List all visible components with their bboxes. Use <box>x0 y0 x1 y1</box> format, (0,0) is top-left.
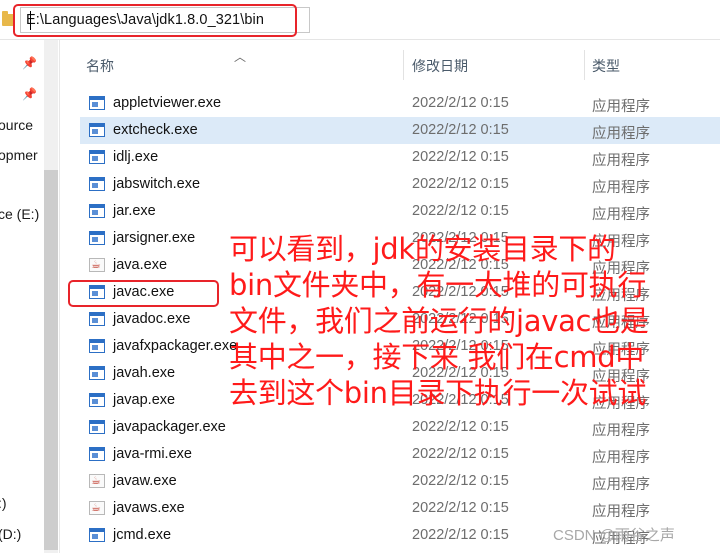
exe-window-icon <box>89 231 105 245</box>
annotation-line: 去到这个bin目录下执行一次试试 <box>229 376 647 410</box>
column-divider[interactable] <box>403 50 404 80</box>
file-row[interactable]: javapackager.exe 2022/2/12 0:15 应用程序 <box>80 414 720 441</box>
file-date: 2022/2/12 0:15 <box>412 527 509 543</box>
file-row[interactable]: javaw.exe 2022/2/12 0:15 应用程序 <box>80 468 720 495</box>
exe-window-icon <box>89 150 105 164</box>
nav-scrollbar-thumb[interactable] <box>44 170 58 550</box>
file-name[interactable]: javapackager.exe <box>113 419 226 435</box>
column-header: ︿ 名称 修改日期 类型 <box>80 48 720 82</box>
pin-icon[interactable]: 📌 <box>22 57 37 69</box>
exe-window-icon <box>89 420 105 434</box>
column-name[interactable]: 名称 <box>86 56 114 76</box>
file-row[interactable]: idlj.exe 2022/2/12 0:15 应用程序 <box>80 144 720 171</box>
watermark: CSDN @雨谷之声 <box>553 527 675 544</box>
exe-window-icon <box>89 393 105 407</box>
java-cup-icon <box>89 474 105 488</box>
file-row[interactable]: jar.exe 2022/2/12 0:15 应用程序 <box>80 198 720 225</box>
file-name[interactable]: javah.exe <box>113 365 175 381</box>
file-date: 2022/2/12 0:15 <box>412 176 509 192</box>
annotation-line: 文件，我们之前运行的javac也是 <box>229 304 649 338</box>
exe-window-icon <box>89 123 105 137</box>
file-row[interactable]: java-rmi.exe 2022/2/12 0:15 应用程序 <box>80 441 720 468</box>
file-type: 应用程序 <box>592 153 650 169</box>
file-name[interactable]: appletviewer.exe <box>113 95 221 111</box>
file-row[interactable]: appletviewer.exe 2022/2/12 0:15 应用程序 <box>80 90 720 117</box>
file-type: 应用程序 <box>592 504 650 520</box>
pin-icon[interactable]: 📌 <box>22 88 37 100</box>
exe-window-icon <box>89 366 105 380</box>
java-cup-icon <box>89 501 105 515</box>
exe-window-icon <box>89 447 105 461</box>
file-name[interactable]: jarsigner.exe <box>113 230 195 246</box>
file-type: 应用程序 <box>592 207 650 223</box>
file-name[interactable]: idlj.exe <box>113 149 158 165</box>
java-cup-icon <box>89 258 105 272</box>
navigation-pane: 📌 📌 ource opmer ce (E:) :) (D:) <box>0 40 60 553</box>
file-date: 2022/2/12 0:15 <box>412 500 509 516</box>
nav-item[interactable]: (D:) <box>0 526 21 542</box>
file-date: 2022/2/12 0:15 <box>412 446 509 462</box>
column-type[interactable]: 类型 <box>592 56 620 76</box>
exe-window-icon <box>89 312 105 326</box>
nav-item[interactable]: ce (E:) <box>0 206 39 222</box>
file-name[interactable]: java-rmi.exe <box>113 446 192 462</box>
file-name[interactable]: extcheck.exe <box>113 122 198 138</box>
address-bar: E:\Languages\Java\jdk1.8.0_321\bin <box>0 0 720 40</box>
file-date: 2022/2/12 0:15 <box>412 95 509 111</box>
javac-highlight-box <box>68 280 219 307</box>
nav-item[interactable]: :) <box>0 495 7 511</box>
file-name[interactable]: javaws.exe <box>113 500 185 516</box>
file-date: 2022/2/12 0:15 <box>412 203 509 219</box>
file-name[interactable]: javadoc.exe <box>113 311 190 327</box>
file-row[interactable]: javaws.exe 2022/2/12 0:15 应用程序 <box>80 495 720 522</box>
file-type: 应用程序 <box>592 423 650 439</box>
exe-window-icon <box>89 96 105 110</box>
nav-item[interactable]: ource <box>0 117 33 133</box>
column-date[interactable]: 修改日期 <box>412 56 468 76</box>
file-date: 2022/2/12 0:15 <box>412 122 509 138</box>
exe-window-icon <box>89 177 105 191</box>
file-date: 2022/2/12 0:15 <box>412 473 509 489</box>
file-name[interactable]: java.exe <box>113 257 167 273</box>
exe-window-icon <box>89 528 105 542</box>
file-name[interactable]: javaw.exe <box>113 473 177 489</box>
annotation-line: bin文件夹中，有一大堆的可执行 <box>229 268 647 302</box>
annotation-line: 其中之一，接下来 我们在cmd中 <box>229 340 645 374</box>
file-row[interactable]: jabswitch.exe 2022/2/12 0:15 应用程序 <box>80 171 720 198</box>
file-type: 应用程序 <box>592 126 650 142</box>
file-name[interactable]: jabswitch.exe <box>113 176 200 192</box>
file-type: 应用程序 <box>592 180 650 196</box>
annotation-line: 可以看到，jdk的安装目录下的 <box>229 232 616 266</box>
exe-window-icon <box>89 339 105 353</box>
annotation-text: 可以看到，jdk的安装目录下的 bin文件夹中，有一大堆的可执行 文件，我们之前… <box>229 231 719 411</box>
column-divider[interactable] <box>584 50 585 80</box>
file-type: 应用程序 <box>592 99 650 115</box>
address-highlight-box <box>13 4 297 37</box>
sort-ascending-icon: ︿ <box>234 50 247 64</box>
file-type: 应用程序 <box>592 450 650 466</box>
file-date: 2022/2/12 0:15 <box>412 149 509 165</box>
file-date: 2022/2/12 0:15 <box>412 419 509 435</box>
exe-window-icon <box>89 204 105 218</box>
file-name[interactable]: jcmd.exe <box>113 527 171 543</box>
file-name[interactable]: javap.exe <box>113 392 175 408</box>
file-type: 应用程序 <box>592 477 650 493</box>
file-row[interactable]: extcheck.exe 2022/2/12 0:15 应用程序 <box>80 117 720 144</box>
file-name[interactable]: javafxpackager.exe <box>113 338 237 354</box>
nav-item[interactable]: opmer <box>0 147 38 163</box>
file-name[interactable]: jar.exe <box>113 203 156 219</box>
